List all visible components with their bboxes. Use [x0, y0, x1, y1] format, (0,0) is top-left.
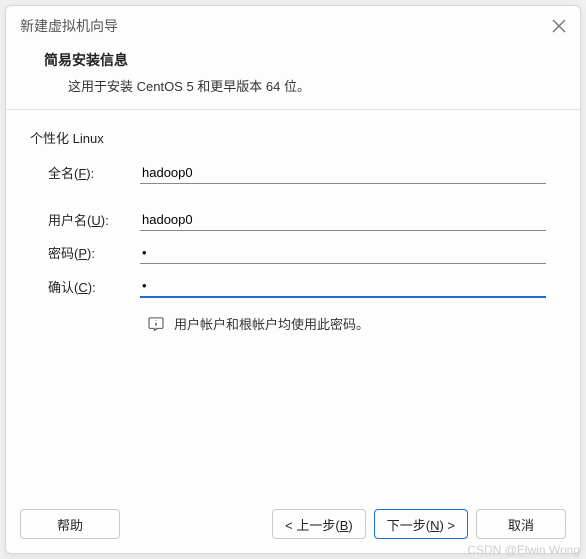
username-label: 用户名(U): [30, 210, 140, 229]
fullname-row: 全名(F): [30, 161, 556, 184]
password-input[interactable] [140, 241, 546, 264]
header-subtitle: 这用于安装 CentOS 5 和更早版本 64 位。 [36, 76, 550, 95]
note-text: 用户帐户和根帐户均使用此密码。 [174, 314, 369, 333]
confirm-label: 确认(C): [30, 277, 140, 296]
cancel-button[interactable]: 取消 [476, 509, 566, 539]
close-icon[interactable] [552, 19, 566, 33]
wizard-dialog: 新建虚拟机向导 简易安装信息 这用于安装 CentOS 5 和更早版本 64 位… [5, 5, 581, 554]
next-button[interactable]: 下一步(N) > [374, 509, 468, 539]
password-note: 用户帐户和根帐户均使用此密码。 [30, 314, 556, 333]
window-title: 新建虚拟机向导 [20, 16, 118, 36]
fullname-input[interactable] [140, 161, 546, 184]
confirm-input[interactable] [140, 274, 546, 298]
content-area: 个性化 Linux 全名(F): 用户名(U): 密码(P): [6, 110, 580, 499]
username-input[interactable] [140, 208, 546, 231]
password-row: 密码(P): [30, 241, 556, 264]
header-title: 简易安装信息 [36, 50, 550, 70]
confirm-row: 确认(C): [30, 274, 556, 298]
back-button[interactable]: < 上一步(B) [272, 509, 366, 539]
section-label: 个性化 Linux [30, 128, 556, 147]
footer: 帮助 < 上一步(B) 下一步(N) > 取消 [6, 499, 580, 553]
header-section: 简易安装信息 这用于安装 CentOS 5 和更早版本 64 位。 [6, 44, 580, 110]
help-button[interactable]: 帮助 [20, 509, 120, 539]
info-icon [148, 317, 164, 331]
titlebar: 新建虚拟机向导 [6, 6, 580, 44]
username-row: 用户名(U): [30, 208, 556, 231]
password-label: 密码(P): [30, 243, 140, 262]
fullname-label: 全名(F): [30, 163, 140, 182]
